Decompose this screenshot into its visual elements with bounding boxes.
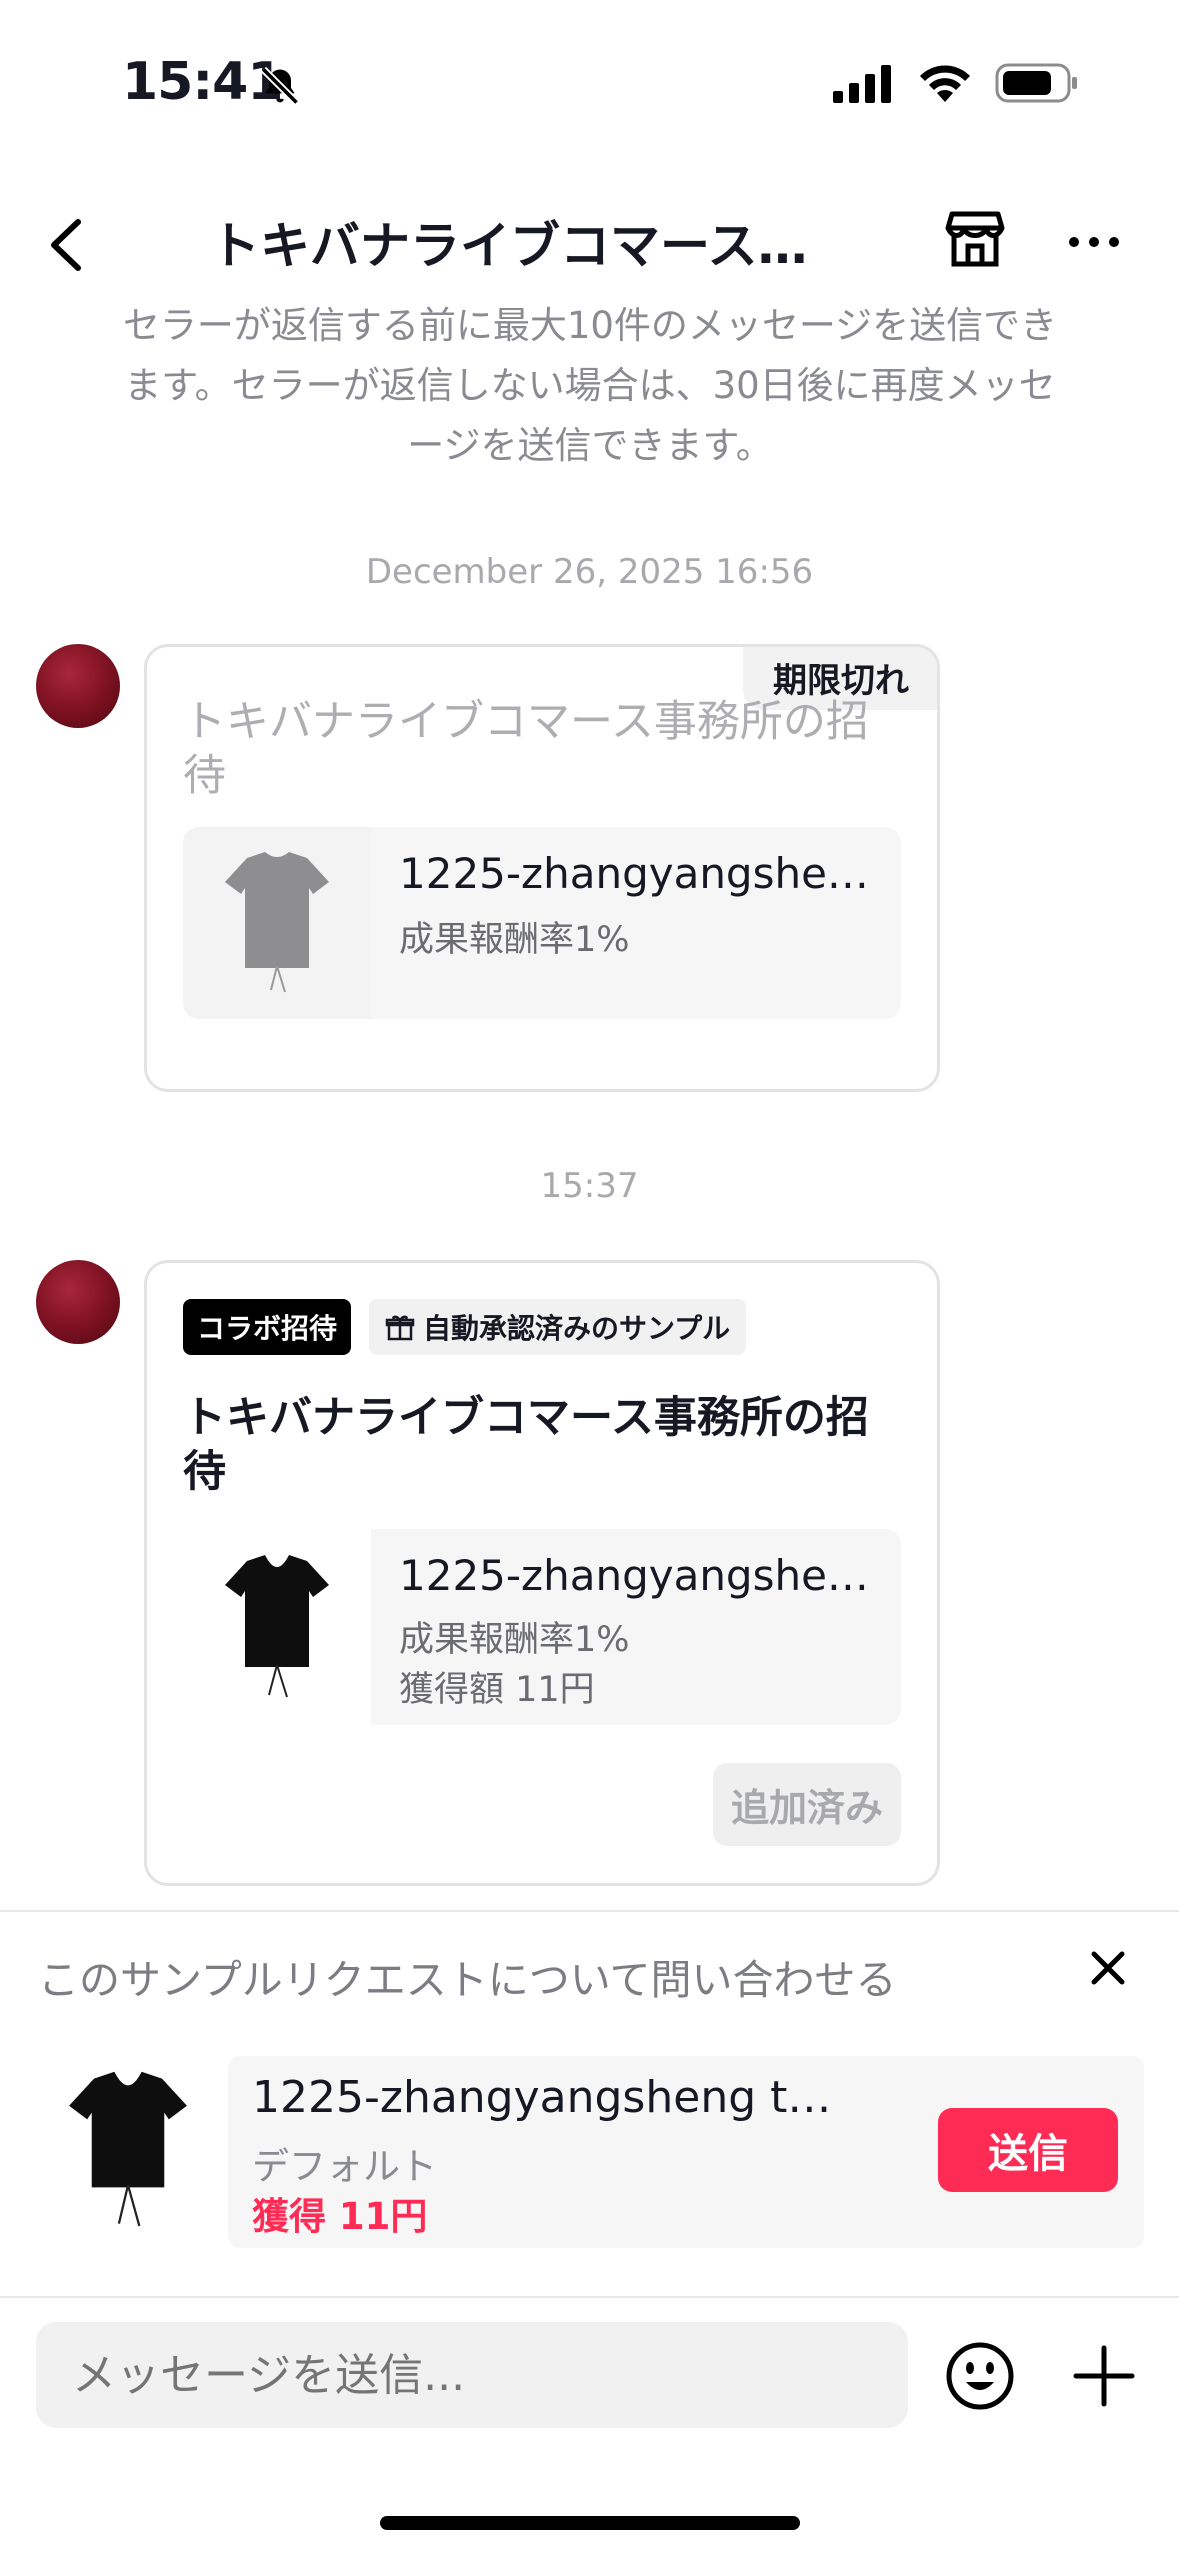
- inquiry-product-card: 1225-zhangyangsheng test … デフォルト 獲得 11円 …: [228, 2056, 1144, 2248]
- plus-button[interactable]: [1070, 2342, 1138, 2410]
- invitation-card-expired[interactable]: 期限切れ トキバナライブコマース事務所の招待 1225-zhangyangshe…: [144, 644, 940, 1092]
- card-title: トキバナライブコマース事務所の招待: [183, 1393, 869, 1497]
- divider: [0, 2296, 1179, 2298]
- back-button[interactable]: [40, 210, 96, 280]
- more-icon: [1069, 237, 1119, 247]
- divider: [0, 1910, 1179, 1912]
- battery-icon: [995, 62, 1079, 108]
- emoji-icon: [946, 2342, 1014, 2410]
- message-input[interactable]: [36, 2322, 908, 2428]
- more-button[interactable]: [1066, 222, 1122, 262]
- product-item[interactable]: 1225-zhangyangshe… 成果報酬率1% 獲得額 11円: [183, 1529, 901, 1725]
- inquiry-title: このサンプルリクエストについて問い合わせる: [38, 1956, 897, 2004]
- message-timestamp: December 26, 2025 16:56: [365, 552, 814, 592]
- gift-icon: [385, 1315, 415, 1341]
- product-name: 1225-zhangyangshe…: [399, 849, 869, 898]
- bell-muted-icon: [258, 64, 302, 112]
- product-name: 1225-zhangyangshe…: [399, 1551, 869, 1600]
- card-title: トキバナライブコマース事務所の招待: [183, 697, 869, 801]
- inquiry-product-variant: デフォルト: [252, 2145, 437, 2188]
- emoji-button[interactable]: [944, 2340, 1016, 2412]
- page-title: トキバナライブコマース事…: [210, 217, 850, 275]
- added-button[interactable]: 追加済み: [712, 1763, 901, 1846]
- product-thumbnail: [183, 827, 371, 1019]
- shop-button[interactable]: [944, 208, 1006, 270]
- avatar[interactable]: [36, 1260, 120, 1344]
- wifi-icon: [917, 62, 973, 108]
- product-commission: 成果報酬率1%: [399, 1620, 630, 1660]
- plus-icon: [1073, 2345, 1135, 2407]
- shop-icon: [945, 211, 1005, 267]
- signal-icon: [833, 63, 895, 107]
- product-commission: 成果報酬率1%: [399, 920, 630, 960]
- sample-tag: 自動承認済みのサンプル: [369, 1299, 747, 1355]
- collab-tag: コラボ招待: [183, 1299, 352, 1355]
- send-button[interactable]: 送信: [938, 2108, 1118, 2192]
- inquiry-product-name: 1225-zhangyangsheng test …: [252, 2072, 852, 2123]
- inquiry-product-earnings: 獲得 11円: [252, 2195, 428, 2238]
- invitation-card[interactable]: コラボ招待 自動承認済みのサンプル トキバナライブコマース事務所の招待 1225…: [144, 1260, 940, 1886]
- sample-tag-label: 自動承認済みのサンプル: [423, 1312, 731, 1345]
- status-icons: [833, 62, 1079, 108]
- inquiry-product-thumbnail: [36, 2052, 220, 2248]
- product-thumbnail: [183, 1529, 371, 1725]
- back-arrow-icon: [51, 219, 81, 271]
- product-earnings: 獲得額 11円: [399, 1670, 595, 1710]
- chat-notice: セラーが返信する前に最大10件のメッセージを送信できます。セラーが返信しない場合…: [122, 304, 1058, 467]
- close-button[interactable]: [1080, 1940, 1136, 1996]
- home-indicator: [380, 2516, 800, 2530]
- avatar[interactable]: [36, 644, 120, 728]
- message-timestamp: 15:37: [540, 1166, 639, 1206]
- product-item[interactable]: 1225-zhangyangshe… 成果報酬率1%: [183, 827, 901, 1019]
- close-icon: [1091, 1951, 1125, 1985]
